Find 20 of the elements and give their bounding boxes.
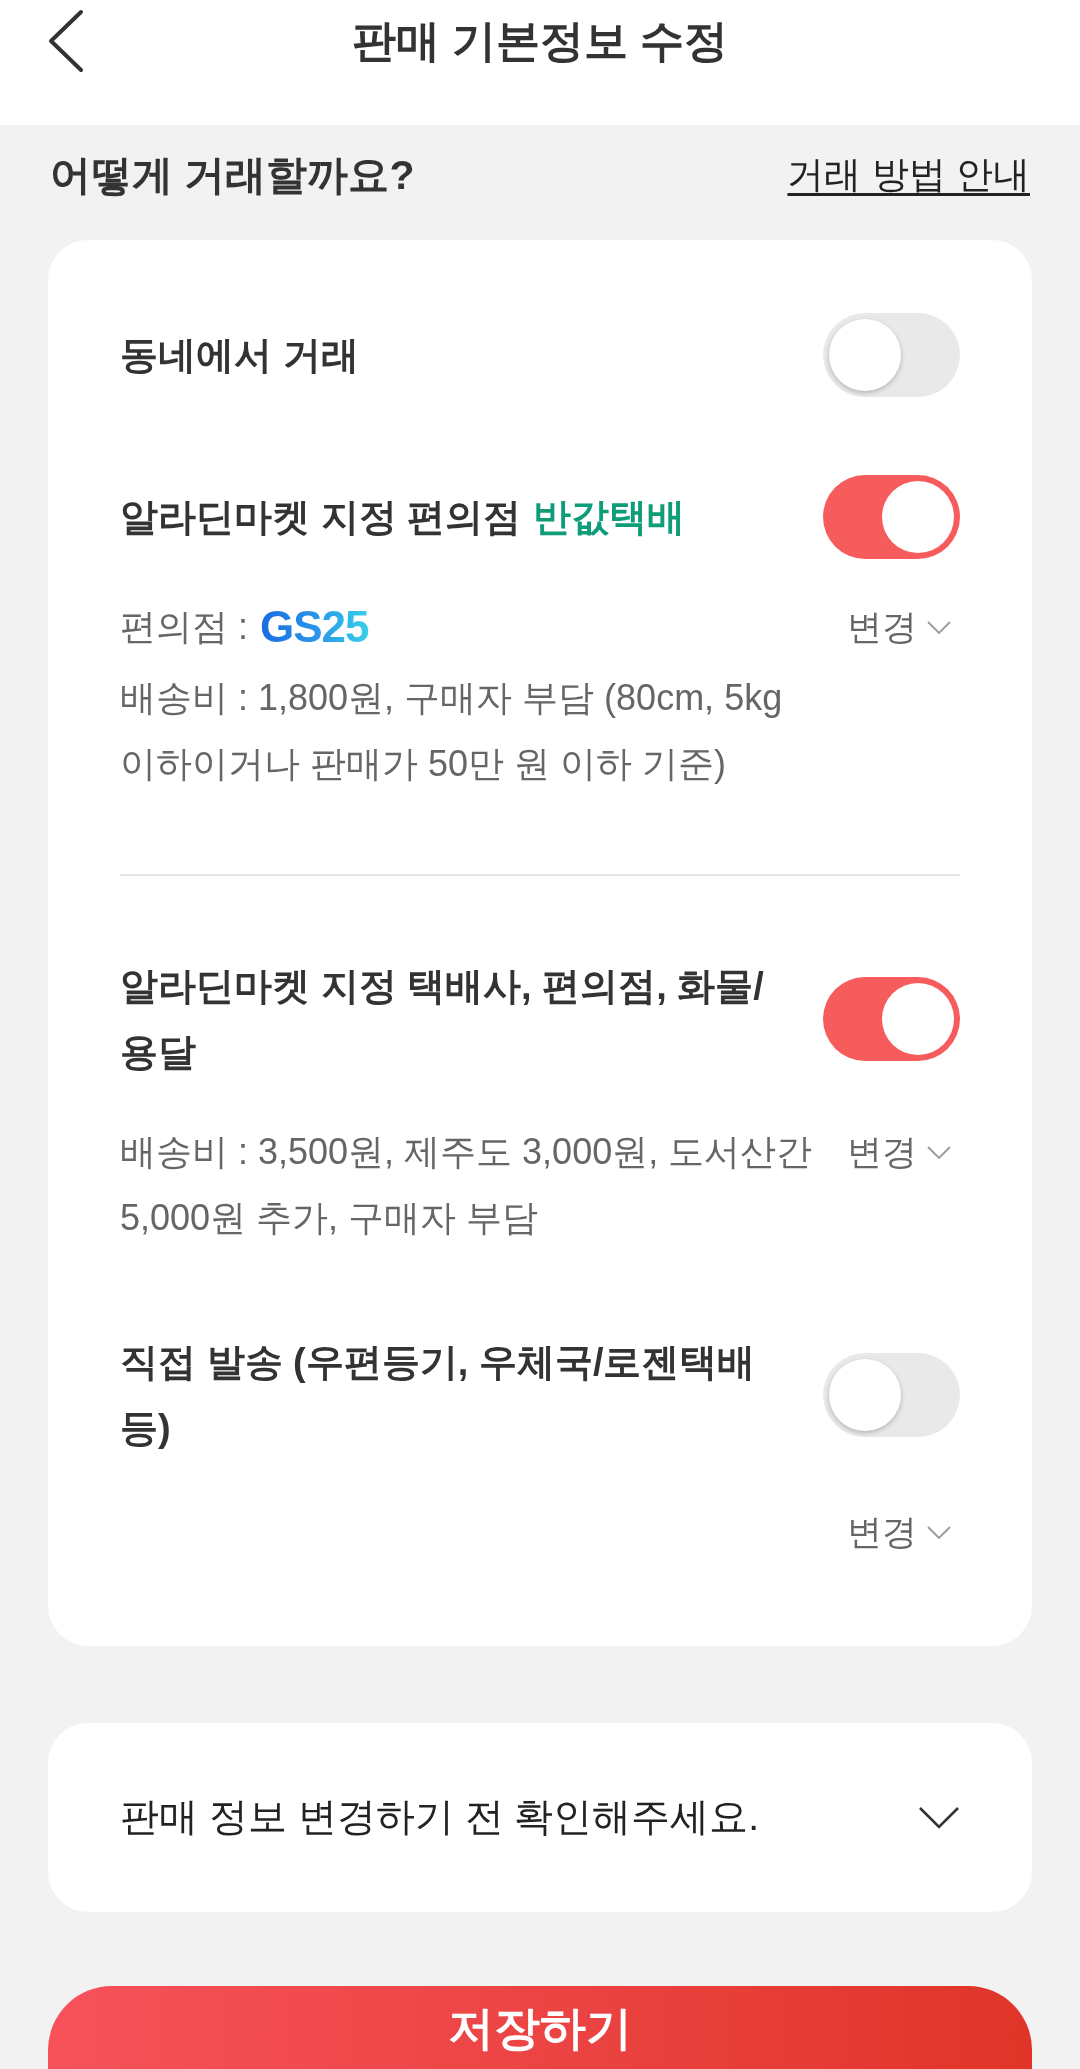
store-label: 편의점 : [120,605,248,649]
option-title: 동네에서 거래 [120,333,360,378]
option-title: 직접 발송 (우편등기, 우체국/로젠택배 등) [120,1340,757,1451]
option-title: 알라딘마켓 지정 택배사, 편의점, 화물/용달 [120,964,765,1075]
option-title: 알라딘마켓 지정 편의점 반값택배 [120,495,686,540]
change-button[interactable]: 변경 [847,1499,951,1565]
save-button[interactable]: 저장하기 [48,1986,1032,2069]
chevron-down-icon [918,1805,960,1830]
change-button[interactable]: 변경 [847,1119,951,1185]
notice-accordion[interactable]: 판매 정보 변경하기 전 확인해주세요. [48,1723,1032,1912]
shipping-fee-text: 배송비 : 1,800원, 구매자 부담 (80cm, 5kg 이하이거나 판매가 50만 원 이하 기준) [120,676,784,786]
section-heading: 어떻게 거래할까요? [50,151,415,200]
guide-link[interactable]: 거래 방법 안내 [787,150,1030,200]
chevron-left-icon[interactable] [48,9,84,73]
shipping-fee-text: 배송비 : 3,500원, 제주도 3,000원, 도서산간 5,000원 추가, 구매자 부담 [120,1130,814,1240]
chevron-down-icon [927,1525,951,1539]
page-title: 판매 기본정보 수정 [351,15,729,67]
chevron-down-icon [927,1145,951,1159]
chevron-down-icon [927,620,951,634]
change-button[interactable]: 변경 [847,594,951,660]
